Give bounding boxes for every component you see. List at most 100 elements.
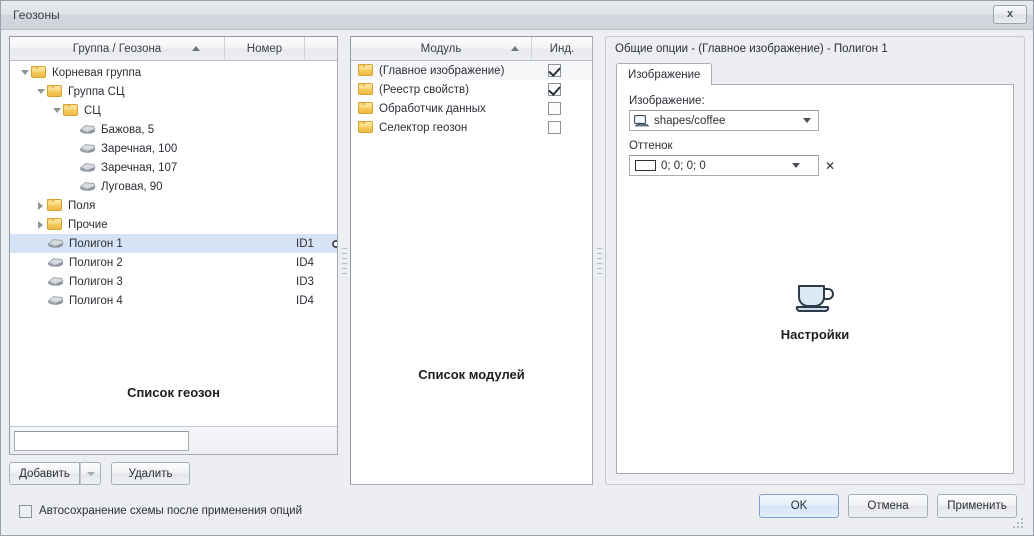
options-title: Общие опции - (Главное изображение) - По…: [615, 43, 888, 55]
table-row[interactable]: Луговая, 90: [10, 177, 337, 196]
chevron-down-icon[interactable]: [18, 66, 31, 79]
coffee-cup-icon: [793, 280, 837, 319]
folder-icon: [47, 218, 63, 231]
color-swatch-icon: [635, 160, 656, 171]
apply-button[interactable]: Применить: [937, 494, 1017, 518]
row-label: Луговая, 90: [101, 180, 163, 193]
list-item[interactable]: Обработчик данных: [351, 99, 592, 118]
list-item[interactable]: (Реестр свойств): [351, 80, 592, 99]
table-row[interactable]: Прочие: [10, 215, 337, 234]
image-combobox[interactable]: shapes/coffee: [629, 110, 819, 131]
ok-button[interactable]: OK: [759, 494, 839, 518]
row-label: Группа СЦ: [68, 85, 125, 98]
search-input[interactable]: [14, 430, 189, 451]
close-icon[interactable]: x: [993, 5, 1027, 24]
indicator-checkbox[interactable]: [548, 83, 561, 96]
chevron-down-icon[interactable]: [50, 104, 63, 117]
autosave-label: Автосохранение схемы после применения оп…: [39, 505, 303, 517]
geozone-icon: [79, 180, 96, 193]
options-tabstrip: Изображение: [606, 62, 1024, 85]
expander-placeholder: [66, 161, 79, 174]
table-row[interactable]: Полигон 4 ID4: [10, 291, 337, 310]
expander-placeholder: [66, 180, 79, 193]
indicator-checkbox[interactable]: [548, 102, 561, 115]
geozone-icon: [47, 294, 64, 307]
dialog-action-buttons: OK Отмена Применить: [759, 494, 1017, 518]
geozone-icon: [79, 161, 96, 174]
dialog-footer: Автосохранение схемы после применения оп…: [9, 485, 1025, 529]
module-list-column: Модуль Инд. (Главное изображение) (Реестр…: [350, 36, 593, 485]
splitter-grip-icon: [341, 247, 347, 274]
row-label: Заречная, 107: [101, 161, 178, 174]
expander-placeholder: [34, 256, 47, 269]
column-header-number[interactable]: Номер: [225, 37, 305, 60]
splitter-left[interactable]: [338, 36, 350, 485]
table-row[interactable]: Полигон 3 ID3: [10, 272, 337, 291]
chevron-down-icon[interactable]: [803, 118, 811, 123]
geozone-tree-body[interactable]: Корневая группа Группа СЦ СЦ Бажова, 5 Зареч…: [10, 61, 337, 426]
gear-icon[interactable]: [332, 239, 337, 248]
table-row[interactable]: СЦ: [10, 101, 337, 120]
autosave-checkbox[interactable]: [19, 504, 32, 518]
module-list-body[interactable]: (Главное изображение) (Реестр свойств) Обр…: [351, 61, 592, 484]
window-title: Геозоны: [13, 8, 60, 22]
column-header-group-geozone[interactable]: Группа / Геозона: [10, 37, 225, 60]
expander-placeholder: [66, 123, 79, 136]
folder-icon: [358, 102, 374, 115]
chevron-down-icon[interactable]: [34, 85, 47, 98]
table-row[interactable]: Заречная, 100: [10, 139, 337, 158]
title-bar[interactable]: Геозоны x: [1, 1, 1033, 30]
table-row[interactable]: Полигон 1 ID1: [10, 234, 337, 253]
table-row[interactable]: Полигон 2 ID4: [10, 253, 337, 272]
add-button[interactable]: Добавить: [9, 462, 80, 485]
table-row[interactable]: Корневая группа: [10, 63, 337, 82]
list-item[interactable]: Селектор геозон: [351, 118, 592, 137]
splitter-grip-icon: [596, 247, 602, 274]
tab-panel-izobrazhenie: Изображение: shapes/coffee Оттенок 0; 0;…: [616, 84, 1014, 474]
tab-izobrazhenie[interactable]: Изображение: [616, 63, 713, 85]
list-item-label: Селектор геозон: [379, 121, 468, 134]
list-item[interactable]: (Главное изображение): [351, 61, 592, 80]
folder-icon: [358, 83, 374, 96]
row-number: ID3: [296, 275, 314, 288]
delete-button[interactable]: Удалить: [111, 462, 190, 485]
table-row[interactable]: Заречная, 107: [10, 158, 337, 177]
geozone-search-bar: [10, 426, 337, 454]
cancel-button[interactable]: Отмена: [848, 494, 928, 518]
column-header-module[interactable]: Модуль: [351, 37, 532, 60]
table-row[interactable]: Бажова, 5: [10, 120, 337, 139]
add-dropdown-button[interactable]: [80, 462, 101, 485]
row-label: Полигон 2: [69, 256, 123, 269]
chevron-right-icon[interactable]: [34, 199, 47, 212]
geozone-icon: [79, 123, 96, 136]
folder-icon: [63, 104, 79, 117]
column-header-extra[interactable]: [305, 37, 337, 60]
folder-icon: [358, 121, 374, 134]
row-number: ID4: [296, 294, 314, 307]
folder-icon: [47, 85, 63, 98]
folder-icon: [358, 64, 374, 77]
indicator-checkbox[interactable]: [548, 64, 561, 77]
table-row[interactable]: Поля: [10, 196, 337, 215]
row-label: Полигон 3: [69, 275, 123, 288]
clear-tint-icon[interactable]: ✕: [825, 160, 835, 172]
tint-combobox-value: 0; 0; 0; 0: [661, 159, 706, 172]
splitter-right[interactable]: [593, 36, 605, 485]
tint-field-label: Оттенок: [629, 140, 673, 152]
chevron-right-icon[interactable]: [34, 218, 47, 231]
settings-caption-icon-wrap: [617, 280, 1013, 319]
row-label: Бажова, 5: [101, 123, 155, 136]
autosave-checkbox-row[interactable]: Автосохранение схемы после применения оп…: [19, 504, 303, 518]
chevron-down-icon[interactable]: [792, 163, 800, 168]
monitor-icon: [634, 114, 650, 127]
geozone-grid-header: Группа / Геозона Номер: [10, 37, 337, 61]
column-header-ind[interactable]: Инд.: [532, 37, 592, 60]
indicator-checkbox[interactable]: [548, 121, 561, 134]
folder-icon: [47, 199, 63, 212]
resize-grip-icon[interactable]: [1011, 516, 1023, 528]
geozone-icon: [79, 142, 96, 155]
tint-combobox[interactable]: 0; 0; 0; 0 ✕: [629, 155, 835, 176]
table-row[interactable]: Группа СЦ: [10, 82, 337, 101]
expander-placeholder: [34, 294, 47, 307]
module-grid-header: Модуль Инд.: [351, 37, 592, 61]
